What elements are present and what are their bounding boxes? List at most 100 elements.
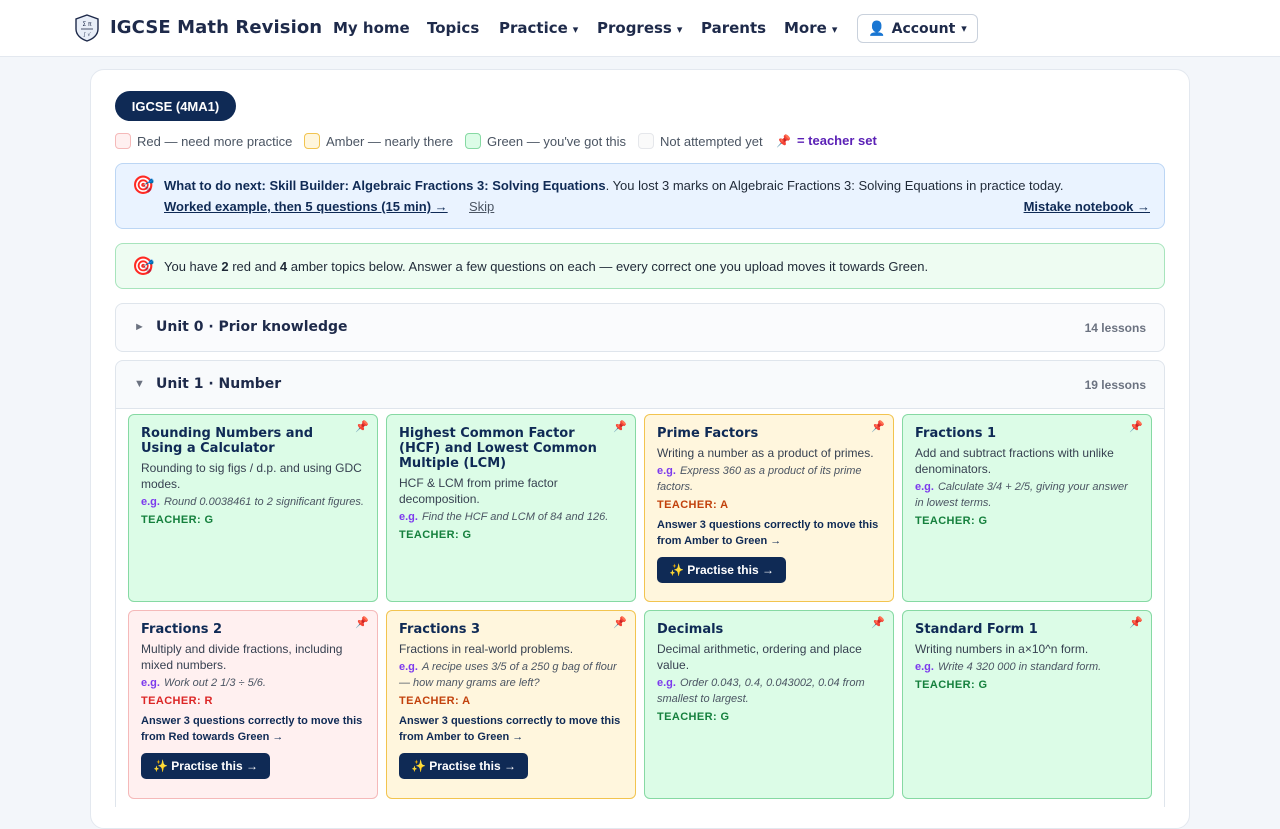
example-label: e.g.: [141, 496, 160, 508]
example-text: Write 4 320 000 in standard form.: [937, 661, 1102, 673]
practise-button[interactable]: ✨ Practise this →: [657, 557, 786, 583]
example-label: e.g.: [657, 465, 676, 477]
course-pill[interactable]: IGCSE (4MA1): [115, 91, 236, 121]
nav-more-dropdown[interactable]: More ▾: [784, 19, 837, 37]
teacher-rating: TEACHER: G: [399, 529, 472, 541]
advice-text: Answer 3 questions correctly to move thi…: [657, 519, 879, 547]
chevron-down-icon: ▾: [961, 22, 967, 35]
topic-card-fractions-1[interactable]: 📌 Fractions 1 Add and subtract fractions…: [902, 414, 1152, 602]
skip-link[interactable]: Skip: [469, 199, 494, 214]
nav-progress-dropdown[interactable]: Progress ▾: [597, 19, 682, 37]
expanded-arrow-icon: ▼: [134, 378, 145, 390]
chevron-down-icon: ▾: [676, 23, 683, 36]
worked-example-link[interactable]: Worked example, then 5 questions (15 min…: [164, 199, 448, 214]
pin-icon: 📌: [871, 421, 885, 433]
account-menu-button[interactable]: 👤 Account ▾: [857, 14, 978, 43]
teacher-rating: TEACHER: G: [915, 679, 988, 691]
target-icon: 🎯: [132, 175, 155, 195]
topic-card-fractions-2[interactable]: 📌 Fractions 2 Multiply and divide fracti…: [128, 610, 378, 799]
legend-red-label: Red — need more practice: [137, 133, 293, 149]
card-description: Fractions in real-world problems.: [399, 642, 574, 656]
unit-1-row[interactable]: ▼ Unit 1 · Number 19 lessons: [115, 360, 1165, 409]
card-title: Standard Form 1: [915, 622, 1038, 637]
card-example: e.g. Calculate 3/4 + 2/5, giving your ans…: [915, 479, 1139, 511]
nav-my-home[interactable]: My home: [333, 19, 410, 37]
example-text: Order 0.043, 0.4, 0.043002, 0.04 from sm…: [657, 677, 865, 705]
nav-practice-dropdown[interactable]: Practice ▾: [499, 19, 578, 37]
brand-title[interactable]: IGCSE Math Revision: [110, 17, 322, 38]
nav-parents-label: Parents: [701, 19, 767, 37]
green-swatch: [465, 133, 481, 149]
teacher-rating: TEACHER: A: [657, 499, 729, 511]
example-label: e.g.: [915, 661, 934, 673]
grey-swatch: [638, 133, 654, 149]
card-title: Fractions 3: [399, 622, 481, 637]
card-description: Add and subtract fractions with unlike d…: [915, 446, 1114, 476]
next-step-title: Skill Builder: Algebraic Fractions 3: So…: [269, 178, 606, 193]
lesson-count: 14 lessons: [1084, 321, 1146, 335]
target-icon: 🎯: [132, 256, 155, 276]
legend-green-label: Green — you've got this: [487, 133, 627, 149]
advice-text: Answer 3 questions correctly to move thi…: [141, 715, 363, 743]
card-example: e.g. Order 0.043, 0.4, 0.043002, 0.04 fro…: [657, 675, 881, 707]
summary-post: amber topics below. Answer a few questio…: [287, 259, 929, 274]
amber-swatch: [304, 133, 320, 149]
example-label: e.g.: [915, 481, 934, 493]
topic-card-prime-factors[interactable]: 📌 Prime Factors Writing a number as a pr…: [644, 414, 894, 602]
unit-0-row[interactable]: ► Unit 0 · Prior knowledge 14 lessons: [115, 303, 1165, 352]
lesson-count: 19 lessons: [1084, 378, 1146, 392]
teacher-rating: TEACHER: R: [141, 695, 213, 707]
legend-none-label: Not attempted yet: [660, 133, 763, 149]
next-step-text: What to do next: Skill Builder: Algebrai…: [164, 178, 1064, 193]
teacher-rating: TEACHER: G: [915, 515, 988, 527]
practise-button[interactable]: ✨ Practise this →: [399, 753, 528, 779]
topic-card-rounding[interactable]: 📌 Rounding Numbers and Using a Calculato…: [128, 414, 378, 602]
chevron-down-icon: ▾: [572, 23, 579, 36]
nav-progress-label: Progress: [597, 19, 672, 37]
card-description: Multiply and divide fractions, including…: [141, 642, 343, 672]
example-text: Round 0.0038461 to 2 significant figures…: [163, 496, 364, 508]
user-icon: 👤: [868, 20, 886, 37]
card-description: Writing numbers in a×10^n form.: [915, 642, 1089, 656]
topic-card-fractions-3[interactable]: 📌 Fractions 3 Fractions in real-world pr…: [386, 610, 636, 799]
advice-text: Answer 3 questions correctly to move thi…: [399, 715, 621, 743]
pin-icon: 📌: [776, 133, 791, 148]
example-label: e.g.: [657, 677, 676, 689]
pin-icon: 📌: [871, 617, 885, 629]
card-description: Rounding to sig figs / d.p. and using GD…: [141, 461, 362, 491]
card-example: e.g. A recipe uses 3/5 of a 250 g bag of …: [399, 659, 623, 691]
card-title: Decimals: [657, 622, 724, 637]
chevron-down-icon: ▾: [831, 23, 838, 36]
card-example: e.g. Round 0.0038461 to 2 significant fig…: [141, 494, 365, 510]
topic-card-decimals[interactable]: 📌 Decimals Decimal arithmetic, ordering …: [644, 610, 894, 799]
topic-card-hcf-lcm[interactable]: 📌 Highest Common Factor (HCF) and Lowest…: [386, 414, 636, 602]
example-label: e.g.: [399, 511, 418, 523]
card-title: Fractions 1: [915, 426, 997, 441]
nav-topics[interactable]: Topics: [427, 19, 479, 37]
mistake-notebook-link[interactable]: Mistake notebook →: [1024, 199, 1150, 214]
card-example: e.g. Write 4 320 000 in standard form.: [915, 659, 1139, 675]
nav-topics-label: Topics: [427, 19, 480, 37]
nav-my-home-label: My home: [333, 19, 410, 37]
summary-pre: You have: [164, 259, 222, 274]
topic-card-standard-form-1[interactable]: 📌 Standard Form 1 Writing numbers in a×1…: [902, 610, 1152, 799]
example-text: A recipe uses 3/5 of a 250 g bag of flou…: [399, 661, 617, 689]
practise-button[interactable]: ✨ Practise this →: [141, 753, 270, 779]
teacher-rating: TEACHER: G: [657, 711, 730, 723]
card-title: Rounding Numbers and Using a Calculator: [141, 426, 314, 456]
summary-banner: 🎯 You have 2 red and 4 amber topics belo…: [115, 243, 1165, 289]
legend-teacher-set-label: = teacher set: [796, 133, 877, 148]
nav-more-label: More: [784, 19, 827, 37]
legend-red: Red — need more practice: [115, 133, 292, 149]
example-label: e.g.: [141, 677, 160, 689]
unit-title: Unit 1 · Number: [156, 376, 282, 392]
nav-parents[interactable]: Parents: [701, 19, 766, 37]
legend-amber-label: Amber — nearly there: [326, 133, 454, 149]
card-title: Fractions 2: [141, 622, 223, 637]
example-text: Work out 2 1/3 ÷ 5/6.: [163, 677, 266, 689]
red-swatch: [115, 133, 131, 149]
crest-logo-icon[interactable]: Σ π ∫ √: [74, 14, 100, 42]
card-example: e.g. Find the HCF and LCM of 84 and 126.: [399, 509, 623, 525]
example-text: Find the HCF and LCM of 84 and 126.: [421, 511, 609, 523]
account-label: Account: [891, 20, 956, 37]
